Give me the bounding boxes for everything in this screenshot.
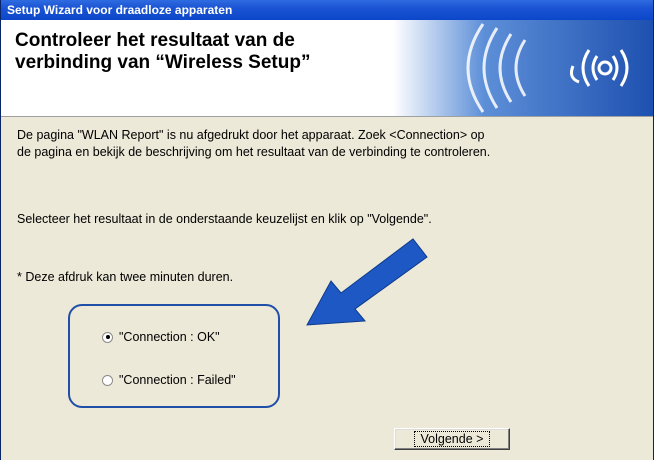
- option-connection-ok-label: "Connection : OK": [119, 330, 220, 344]
- radio-connection-failed[interactable]: [102, 374, 113, 386]
- window-title: Setup Wizard voor draadloze apparaten: [7, 3, 233, 17]
- instruction-line1: De pagina "WLAN Report" is nu afgedrukt …: [17, 128, 485, 142]
- instruction-line2: de pagina en bekijk de beschrijving om h…: [17, 145, 491, 159]
- pointer-arrow-icon: [306, 238, 428, 326]
- title-bar[interactable]: Setup Wizard voor draadloze apparaten: [1, 0, 653, 20]
- header-banner-graphic: [393, 20, 653, 116]
- option-connection-failed[interactable]: "Connection : Failed": [102, 371, 236, 389]
- instruction-paragraph: De pagina "WLAN Report" is nu afgedrukt …: [17, 127, 637, 161]
- page-title-line1: Controleer het resultaat van de: [15, 30, 295, 51]
- wizard-window: Setup Wizard voor draadloze apparaten Co…: [0, 0, 654, 460]
- select-instruction: Selecteer het resultaat in de onderstaan…: [17, 212, 432, 226]
- result-options-group: "Connection : OK" "Connection : Failed": [68, 304, 280, 408]
- page-title: Controleer het resultaat van de verbindi…: [15, 30, 415, 74]
- option-connection-failed-label: "Connection : Failed": [119, 373, 236, 387]
- next-button-label: Volgende >: [413, 431, 491, 447]
- page-title-line2: verbinding van “Wireless Setup”: [15, 52, 311, 73]
- next-button[interactable]: Volgende >: [394, 428, 510, 450]
- radio-connection-ok[interactable]: [102, 331, 113, 343]
- wizard-content: De pagina "WLAN Report" is nu afgedrukt …: [1, 117, 653, 460]
- option-connection-ok[interactable]: "Connection : OK": [102, 328, 220, 346]
- wizard-header: Controleer het resultaat van de verbindi…: [1, 20, 653, 117]
